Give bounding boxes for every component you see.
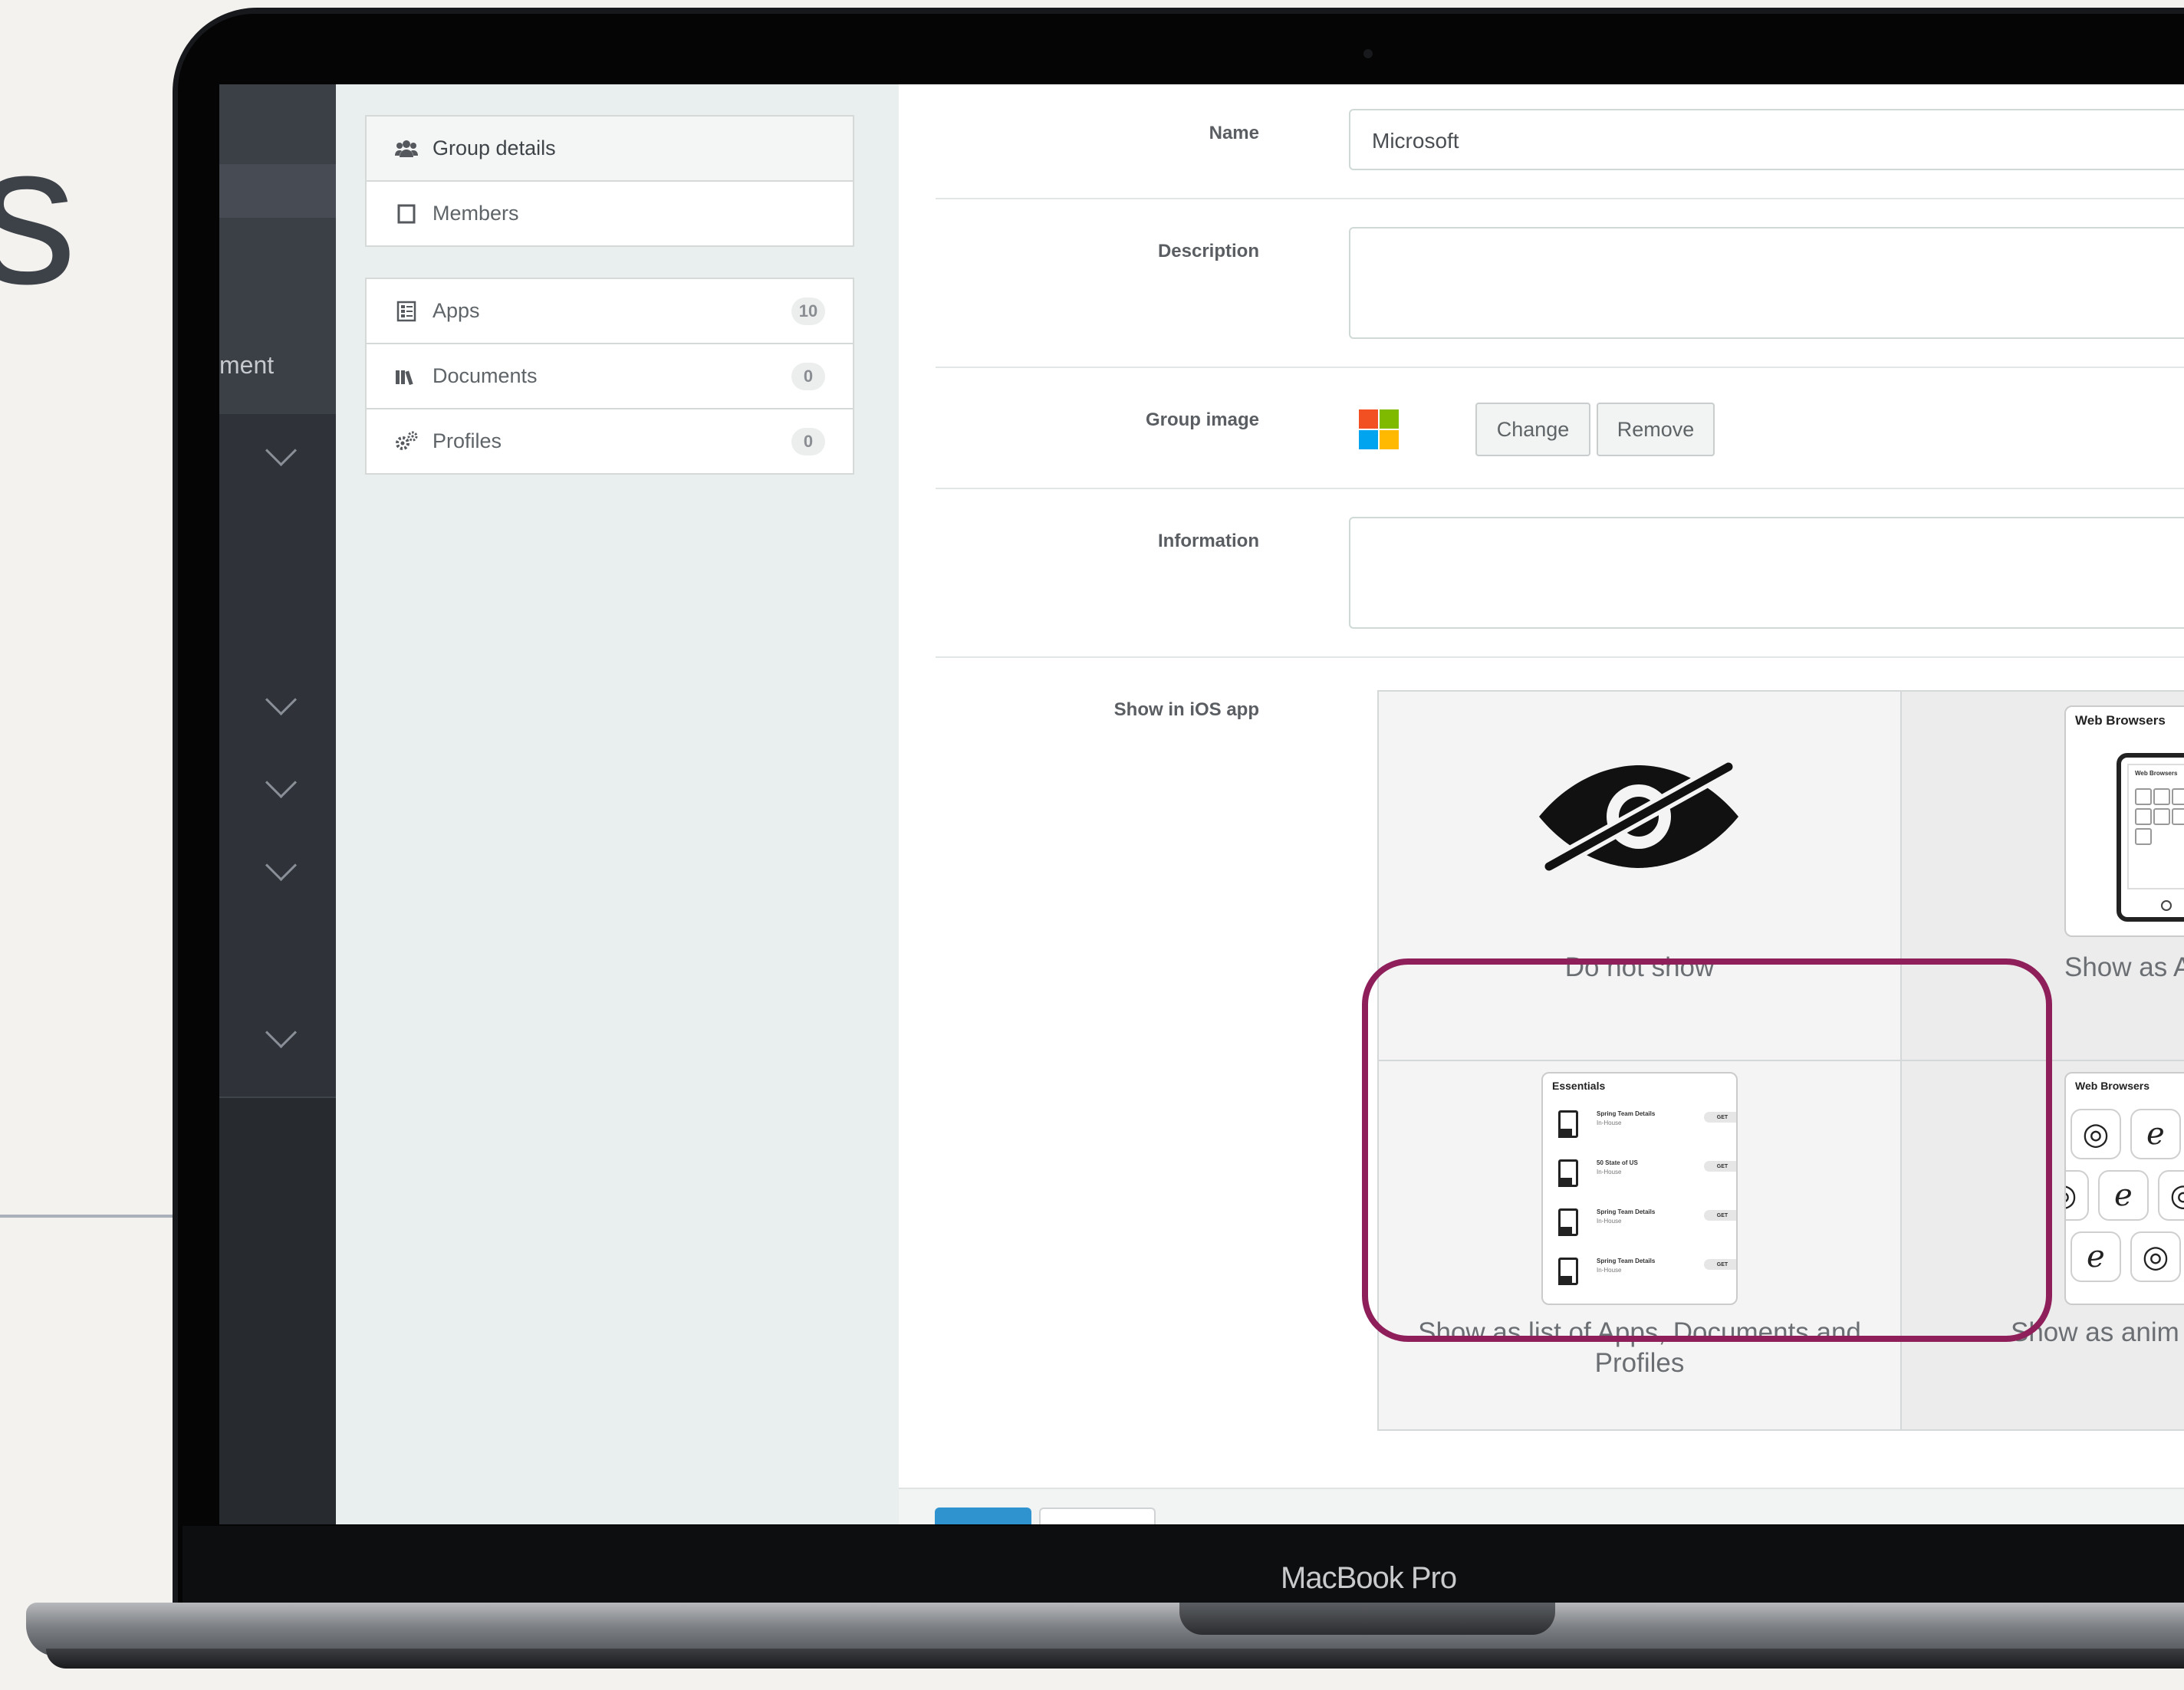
nav-section[interactable] xyxy=(219,218,336,414)
main-nav: ment xyxy=(219,84,336,1524)
information-textarea[interactable] xyxy=(1349,517,2184,629)
chevron-down-icon[interactable] xyxy=(265,1016,298,1049)
cancel-button[interactable] xyxy=(1039,1508,1156,1524)
chevron-down-icon[interactable] xyxy=(265,434,298,467)
documents-count-badge: 0 xyxy=(791,363,825,390)
row-divider xyxy=(936,488,2184,489)
edge-icon: ℯ xyxy=(2098,1170,2149,1221)
content-menu: Apps 10 Documents 0 Profiles 0 xyxy=(365,278,854,475)
name-input-value: Microsoft xyxy=(1372,129,1459,153)
home-button-icon xyxy=(2161,900,2172,911)
sidebar-item-label: Apps xyxy=(433,299,480,322)
profiles-count-badge: 0 xyxy=(791,428,825,455)
laptop-chin xyxy=(183,1526,2184,1603)
chevron-down-icon[interactable] xyxy=(265,766,298,799)
row-divider xyxy=(936,198,2184,199)
chrome-icon: ◎ xyxy=(2066,1170,2089,1221)
preview-thumbnail: Web Browsers ◎ ℯ ◎ ℯ ◎ ℯ ◎ xyxy=(2064,1072,2184,1305)
sidebar-item-label: Documents xyxy=(433,364,538,387)
gears-icon xyxy=(394,429,419,454)
nav-item-selected[interactable] xyxy=(219,164,336,218)
description-label: Description xyxy=(1157,241,1259,261)
apps-icon xyxy=(394,299,419,324)
nav-item-label[interactable]: ment xyxy=(219,351,274,380)
row-divider xyxy=(936,367,2184,368)
mini-icon xyxy=(2135,808,2152,825)
sidebar-item-label: Group details xyxy=(433,136,556,159)
name-label: Name xyxy=(1209,123,1259,143)
save-button[interactable] xyxy=(935,1508,1031,1524)
preview-thumbnail: Web Browsers Web Browsers xyxy=(2064,705,2184,937)
eye-slash-icon xyxy=(1535,759,1742,878)
group-menu: Group details Members xyxy=(365,115,854,247)
sidebar-item-group-details[interactable]: Group details xyxy=(367,117,853,180)
information-label: Information xyxy=(1158,531,1259,551)
library-icon xyxy=(394,364,419,389)
nav-footer xyxy=(219,1098,336,1524)
sidebar-item-documents[interactable]: Documents 0 xyxy=(367,343,853,408)
sidebar-item-label: Members xyxy=(433,202,519,225)
thumbnail-title: Web Browsers xyxy=(2075,1080,2149,1092)
mini-icon xyxy=(2153,808,2170,825)
chrome-icon: ◎ xyxy=(2158,1170,2184,1221)
sidebar-item-members[interactable]: Members xyxy=(367,180,853,245)
description-textarea[interactable] xyxy=(1349,227,2184,339)
show-in-ios-label: Show in iOS app xyxy=(1113,699,1259,720)
row-divider xyxy=(936,656,2184,658)
camera-icon xyxy=(1363,49,1373,58)
group-image-label: Group image xyxy=(1145,409,1259,430)
chrome-icon: ◎ xyxy=(2130,1231,2181,1282)
option-label: Show as A xyxy=(2064,952,2184,982)
mini-icon xyxy=(2172,808,2184,825)
remove-image-button[interactable]: Remove xyxy=(1597,403,1715,456)
laptop-notch xyxy=(1179,1603,1555,1635)
sidebar-item-apps[interactable]: Apps 10 xyxy=(367,279,853,343)
tablet-screen-title: Web Browsers xyxy=(2135,770,2178,777)
mini-icon xyxy=(2153,788,2170,805)
square-icon xyxy=(394,202,419,226)
chevron-down-icon[interactable] xyxy=(265,683,298,716)
name-input[interactable]: Microsoft xyxy=(1349,109,2184,170)
mini-icon xyxy=(2172,788,2184,805)
apps-count-badge: 10 xyxy=(791,298,825,325)
chevron-down-icon[interactable] xyxy=(265,849,298,882)
tablet-frame: Web Browsers xyxy=(2117,753,2184,922)
mini-icon xyxy=(2135,788,2152,805)
users-icon xyxy=(394,136,419,161)
edge-icon: ℯ xyxy=(2130,1109,2181,1159)
background-heading-fragment: s xyxy=(0,104,77,326)
microsoft-logo xyxy=(1359,409,1399,449)
thumbnail-title: Web Browsers xyxy=(2075,713,2166,728)
device-label: MacBook Pro xyxy=(1281,1561,1457,1595)
nav-header xyxy=(219,84,336,164)
tablet-screen: Web Browsers xyxy=(2127,764,2184,889)
laptop-base-edge xyxy=(46,1649,2184,1669)
sidebar-item-label: Profiles xyxy=(433,429,502,452)
selection-highlight xyxy=(1362,958,2052,1342)
edge-icon: ℯ xyxy=(2071,1231,2121,1282)
mini-icon xyxy=(2135,828,2152,845)
change-image-button[interactable]: Change xyxy=(1475,403,1590,456)
sidebar-item-profiles[interactable]: Profiles 0 xyxy=(367,408,853,473)
group-sidebar: Group details Members Apps 10 Documents … xyxy=(336,84,900,1524)
chrome-icon: ◎ xyxy=(2071,1109,2121,1159)
